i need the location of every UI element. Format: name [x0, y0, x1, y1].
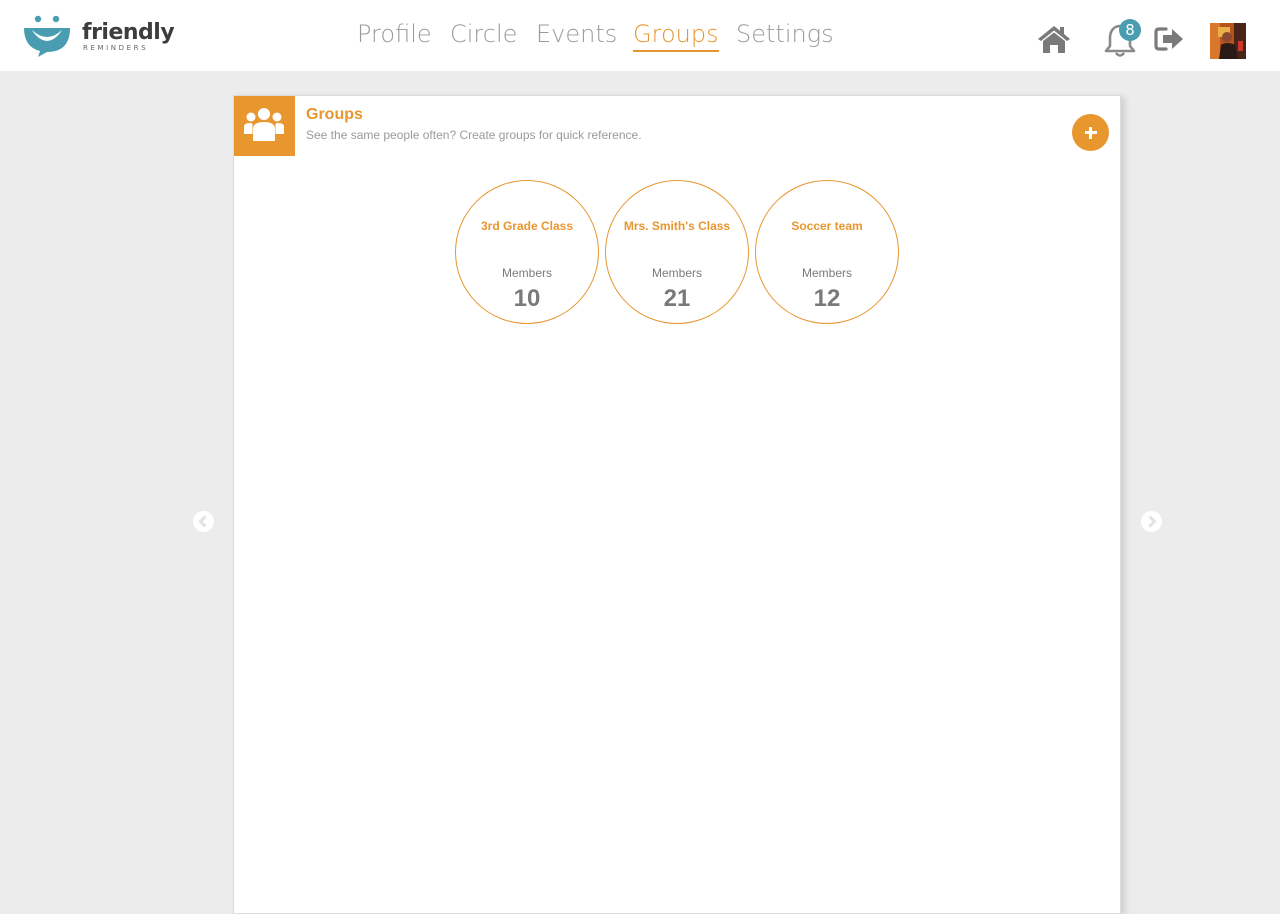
nav-settings[interactable]: Settings	[736, 18, 834, 50]
group-name: Soccer team	[791, 219, 863, 233]
user-avatar[interactable]	[1210, 23, 1246, 59]
brand-tagline: REMINDERS	[83, 44, 149, 52]
panel-title: Groups	[306, 106, 363, 123]
home-icon	[1038, 26, 1070, 53]
group-members-label: Members	[651, 266, 702, 280]
group-members-label: Members	[501, 266, 552, 280]
brand-name: friendly	[82, 20, 175, 45]
smile-logo-icon	[24, 15, 70, 57]
sign-out-icon	[1154, 27, 1183, 51]
group-members-label: Members	[801, 266, 852, 280]
group-members-count: 10	[513, 285, 541, 312]
nav-events[interactable]: Events	[536, 18, 617, 50]
group-name: Mrs. Smith's Class	[623, 219, 731, 233]
nav-circle[interactable]: Circle	[450, 18, 517, 50]
panel-subtitle: See the same people often? Create groups…	[306, 128, 642, 142]
friendly-logo[interactable]: friendly REMINDERS	[22, 14, 175, 60]
group-card[interactable]: 3rd Grade Class Members 10	[455, 180, 599, 324]
group-card[interactable]: Soccer team Members 12	[755, 180, 899, 324]
nav-profile[interactable]: Profile	[357, 18, 432, 50]
top-bar: friendly REMINDERS Profile Circle Events…	[0, 0, 1280, 71]
home-button[interactable]	[1037, 23, 1071, 55]
users-icon	[244, 108, 284, 141]
notification-count-badge: 8	[1119, 19, 1141, 41]
chevron-right-icon	[1141, 511, 1162, 532]
group-card[interactable]: Mrs. Smith's Class Members 21	[605, 180, 749, 324]
next-page-button[interactable]	[1141, 511, 1162, 532]
group-members-count: 12	[813, 285, 841, 312]
groups-header-icon-box	[234, 96, 295, 156]
add-group-button[interactable]	[1072, 114, 1109, 151]
avatar-image	[1210, 23, 1246, 59]
chevron-left-icon	[193, 511, 214, 532]
group-name: 3rd Grade Class	[480, 219, 574, 233]
prev-page-button[interactable]	[193, 511, 214, 532]
groups-panel: Groups See the same people often? Create…	[233, 95, 1121, 914]
nav-groups[interactable]: Groups	[633, 18, 719, 52]
group-members-count: 21	[663, 285, 691, 312]
logout-button[interactable]	[1153, 24, 1185, 54]
